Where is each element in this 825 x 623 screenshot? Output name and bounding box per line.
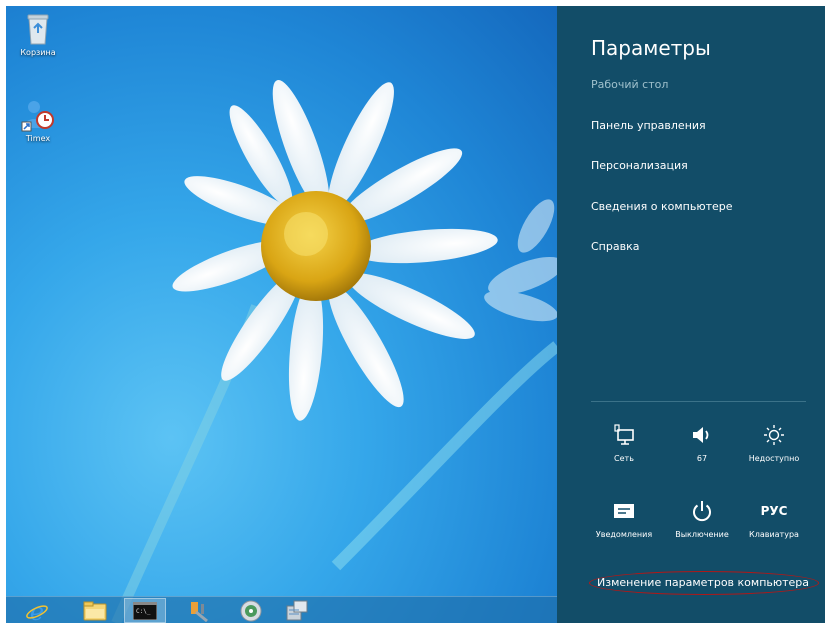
- desktop-icon-recycle-bin[interactable]: Корзина: [8, 12, 68, 57]
- file-explorer-icon: [83, 601, 107, 620]
- daisy-wallpaper: [111, 79, 557, 623]
- charm-divider: [591, 401, 806, 402]
- brightness-icon: [764, 425, 784, 445]
- screen: Корзина Timex e C:\_ Параметры Рабочий с…: [6, 6, 825, 623]
- personalization-link[interactable]: Персонализация: [591, 159, 688, 172]
- charm-title: Параметры: [591, 36, 711, 60]
- taskbar-internet-explorer[interactable]: e: [16, 598, 58, 623]
- network-icon: [614, 424, 634, 445]
- desktop[interactable]: Корзина Timex e C:\_: [6, 6, 557, 623]
- help-link[interactable]: Справка: [591, 240, 639, 253]
- quick-setting-label: Сеть: [614, 454, 634, 463]
- charm-context-label: Рабочий стол: [591, 78, 669, 91]
- keyboard-language-icon: РУС: [760, 504, 788, 518]
- pc-info-link[interactable]: Сведения о компьютере: [591, 200, 733, 213]
- notifications-icon: [614, 504, 634, 518]
- taskbar-file-explorer[interactable]: [74, 598, 116, 623]
- quick-setting-brightness[interactable]: Недоступно: [739, 422, 809, 463]
- disc-icon: [240, 600, 262, 621]
- network-setup-icon: [286, 600, 308, 620]
- quick-setting-notifications[interactable]: Уведомления: [589, 498, 659, 539]
- svg-text:C:\_: C:\_: [136, 608, 151, 615]
- quick-setting-label: Уведомления: [595, 530, 653, 539]
- taskbar-disc[interactable]: [230, 598, 272, 623]
- quick-setting-label: Клавиатура: [749, 530, 799, 539]
- quick-setting-label: Выключение: [675, 530, 729, 539]
- settings-charm-panel: Параметры Рабочий стол Панель управления…: [557, 6, 825, 623]
- quick-setting-keyboard[interactable]: РУС Клавиатура: [739, 498, 809, 539]
- desktop-icon-timex[interactable]: Timex: [8, 98, 68, 143]
- taskbar: e C:\_: [6, 596, 557, 623]
- tools-icon: [191, 601, 208, 622]
- volume-icon: [693, 427, 709, 443]
- quick-setting-label: Недоступно: [748, 454, 800, 463]
- change-pc-settings-link[interactable]: Изменение параметров компьютера: [597, 576, 809, 589]
- desktop-icon-label: Timex: [25, 134, 51, 143]
- control-panel-link[interactable]: Панель управления: [591, 119, 706, 132]
- timex-shortcut-icon: [21, 101, 54, 132]
- quick-setting-power[interactable]: Выключение: [667, 498, 737, 539]
- quick-setting-network[interactable]: Сеть: [589, 422, 659, 463]
- internet-explorer-icon: e: [26, 600, 48, 622]
- taskbar-network-setup[interactable]: [276, 598, 318, 623]
- command-prompt-icon: C:\_: [133, 601, 157, 620]
- desktop-icon-label: Корзина: [20, 48, 56, 57]
- taskbar-tools[interactable]: [178, 598, 220, 623]
- power-icon: [693, 501, 711, 522]
- recycle-bin-icon: [27, 14, 49, 45]
- taskbar-command-prompt[interactable]: C:\_: [124, 598, 166, 623]
- quick-setting-label: 67: [696, 454, 708, 463]
- quick-setting-volume[interactable]: 67: [667, 422, 737, 463]
